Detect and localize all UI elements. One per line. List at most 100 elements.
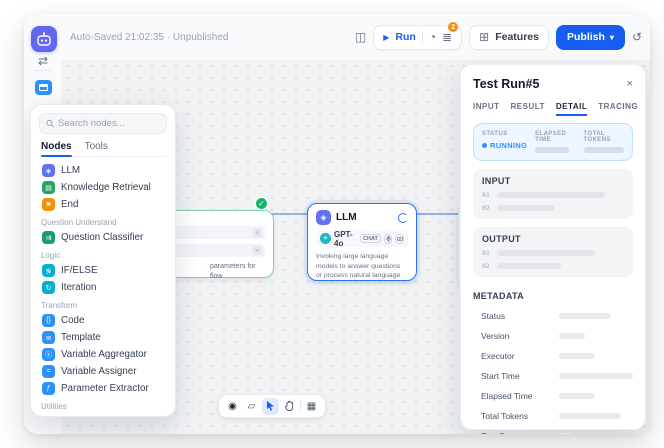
app-window: ≡ ≡ parameters for flow ✓ ◈ LLM ✳ GPT-4o…: [24, 14, 650, 434]
node-item-label: Parameter Extractor: [61, 383, 149, 394]
end-icon: ⚑: [42, 198, 55, 211]
chat-capability-badge: CHAT: [360, 234, 381, 243]
autosave-status: Auto-Saved 21:02:35 · Unpublished: [70, 32, 228, 43]
tab-input[interactable]: INPUT: [473, 102, 500, 111]
elapsed-time-label: ELAPSED TIME: [535, 131, 575, 143]
organize-blocks-icon[interactable]: ▦: [303, 398, 320, 415]
toggle-panel-icon[interactable]: ◫: [355, 31, 366, 43]
node-item-knowledge-retrieval[interactable]: ▤ Knowledge Retrieval: [39, 179, 167, 196]
features-icon: ⊞: [479, 31, 489, 43]
llm-icon: ◈: [42, 164, 55, 177]
tab-tools[interactable]: Tools: [85, 141, 108, 152]
status-value: RUNNING: [490, 141, 527, 150]
export-image-icon[interactable]: ▱: [243, 398, 260, 415]
meta-skeleton: [559, 313, 611, 319]
metadata-section: METADATA Status Version Executor Start T…: [473, 291, 633, 434]
pointer-mode-icon[interactable]: [262, 398, 279, 415]
llm-node-icon: ◈: [316, 210, 331, 225]
node-item-label: IF/ELSE: [61, 265, 97, 276]
chevron-down-icon: ▾: [610, 33, 614, 42]
run-history-icon[interactable]: ◔: [429, 31, 436, 43]
line-number: 02: [482, 204, 490, 212]
switch-workflow-icon[interactable]: ⇄: [24, 54, 62, 68]
tab-tracing[interactable]: TRACING: [598, 102, 638, 111]
app-logo[interactable]: [31, 26, 57, 52]
robot-icon: [36, 32, 52, 46]
hand-mode-icon[interactable]: [281, 398, 298, 415]
node-item-label: Variable Aggregator: [61, 349, 147, 360]
canvas-control-toolbar: ◉ ▱ ▦: [218, 394, 326, 418]
meta-key: Run Steps: [481, 431, 559, 434]
total-tokens-label: TOTAL TOKENS: [584, 131, 624, 143]
features-button[interactable]: ⊞ Features: [469, 25, 549, 50]
model-selector[interactable]: ✳ GPT-4o CHAT: [316, 230, 408, 247]
output-skeleton: [497, 263, 561, 269]
node-item-variable-assigner[interactable]: = Variable Assigner: [39, 363, 167, 380]
node-item-end[interactable]: ⚑ End: [39, 196, 167, 213]
tab-nodes[interactable]: Nodes: [41, 141, 72, 152]
template-icon: ≣: [42, 331, 55, 344]
node-item-if-else[interactable]: ≶ IF/ELSE: [39, 262, 167, 279]
add-note-icon[interactable]: ◉: [224, 398, 241, 415]
meta-key: Total Tokens: [481, 411, 559, 421]
edge-llm-end: [417, 213, 458, 215]
node-item-question-classifier[interactable]: ⇉ Question Classifier: [39, 229, 167, 246]
output-label: OUTPUT: [482, 234, 624, 244]
metadata-label: METADATA: [473, 291, 633, 301]
run-button[interactable]: Run: [395, 31, 415, 43]
search-input[interactable]: [58, 118, 160, 129]
line-number: 01: [482, 249, 490, 257]
line-number: 02: [482, 262, 490, 270]
input-skeleton: [497, 205, 555, 211]
running-spinner-icon: [398, 213, 408, 223]
play-icon: ▶: [383, 33, 389, 42]
features-label: Features: [495, 31, 539, 43]
tab-result[interactable]: RESULT: [511, 102, 545, 111]
meta-skeleton: [559, 413, 621, 419]
meta-key: Elapsed Time: [481, 391, 559, 401]
node-item-label: Template: [61, 332, 101, 343]
node-item-label: Question Classifier: [61, 232, 143, 243]
node-item-llm[interactable]: ◈ LLM: [39, 162, 167, 179]
notification-badge: 2: [447, 21, 459, 33]
node-palette-panel: Nodes Tools ◈ LLM ▤ Knowledge Retrieval …: [30, 104, 176, 417]
node-item-label: End: [61, 199, 78, 210]
node-item-label: Knowledge Retrieval: [61, 182, 151, 193]
publish-label: Publish: [567, 31, 605, 43]
variable-assigner-icon: =: [42, 365, 55, 378]
knowledge-retrieval-icon: ▤: [42, 181, 55, 194]
publish-button[interactable]: Publish ▾: [556, 25, 625, 50]
llm-node-description: Invoking large language models to answer…: [316, 252, 408, 281]
if-else-icon: ≶: [42, 264, 55, 277]
node-item-parameter-extractor[interactable]: ƒ Parameter Extractor: [39, 380, 167, 397]
node-item-iteration[interactable]: ↻ Iteration: [39, 279, 167, 296]
node-search-box[interactable]: [39, 113, 167, 134]
output-card: OUTPUT 01 02: [473, 227, 633, 277]
node-item-variable-aggregator[interactable]: ⓧ Variable Aggregator: [39, 346, 167, 363]
gpt4o-model-icon: ✳: [320, 233, 331, 244]
tab-detail[interactable]: DETAIL: [556, 102, 587, 111]
meta-key: Start Time: [481, 371, 559, 381]
edge-start-llm: [271, 213, 307, 215]
group-divider: [422, 31, 423, 43]
run-panel-tabs: INPUT RESULT DETAIL TRACING: [473, 102, 633, 111]
llm-node[interactable]: ◈ LLM ✳ GPT-4o CHAT Invoking large langu…: [307, 203, 417, 281]
node-item-template[interactable]: ≣ Template: [39, 329, 167, 346]
top-bar: Auto-Saved 21:02:35 · Unpublished ◫ ▶ Ru…: [62, 14, 650, 60]
preview-icon[interactable]: [35, 80, 52, 95]
run-panel-title: Test Run#5: [473, 77, 539, 91]
audio-capability-icon: [384, 234, 393, 244]
llm-node-title: LLM: [336, 212, 357, 223]
code-icon: {}: [42, 314, 55, 327]
tokens-skeleton: [584, 147, 624, 153]
version-history-icon[interactable]: ↺: [632, 31, 642, 43]
input-skeleton: [497, 192, 605, 198]
test-run-panel: Test Run#5 × INPUT RESULT DETAIL TRACING…: [460, 64, 646, 430]
node-item-code[interactable]: {} Code: [39, 312, 167, 329]
run-toolbar-group: ▶ Run ◔ ≣ 2: [373, 25, 462, 50]
vision-capability-icon: [395, 234, 404, 244]
close-icon[interactable]: ×: [627, 78, 633, 90]
node-item-label: Code: [61, 315, 84, 326]
meta-key: Version: [481, 331, 559, 341]
variable-aggregator-icon: ⓧ: [42, 348, 55, 361]
